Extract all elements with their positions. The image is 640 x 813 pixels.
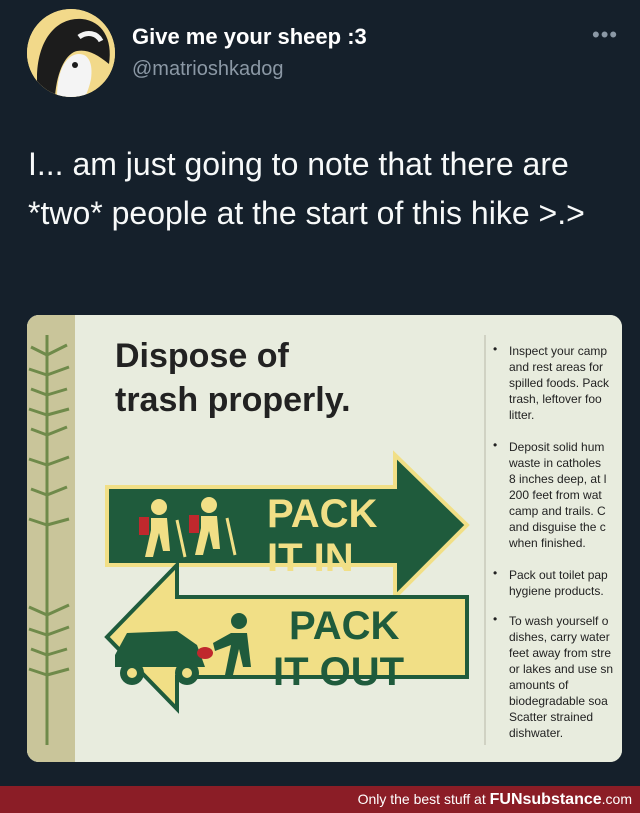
- fern-border: [27, 315, 75, 762]
- sign-title-line2: trash properly.: [115, 381, 351, 419]
- tweet-photo[interactable]: Dispose of trash properly. PACK IT IN PA…: [27, 315, 622, 762]
- bullet-line: and rest areas for: [509, 360, 603, 374]
- trail-sign-image: Dispose of trash properly. PACK IT IN PA…: [27, 315, 622, 762]
- bullet-line: 200 feet from wat: [509, 488, 602, 502]
- bullet-dot: •: [493, 612, 497, 626]
- bullet-line: when finished.: [508, 536, 586, 550]
- bullet-line: Deposit solid hum: [509, 440, 604, 454]
- bullet-line: amounts of: [509, 678, 569, 692]
- bullet-line: feet away from stre: [509, 646, 611, 660]
- bullet-line: Pack out toilet pap: [509, 568, 608, 582]
- avatar-image: [27, 9, 115, 97]
- bullet-line: hygiene products.: [509, 584, 604, 598]
- pack-it-out-line1: PACK: [289, 604, 399, 648]
- bullet-line: waste in catholes: [508, 456, 601, 470]
- avatar[interactable]: [27, 9, 115, 97]
- watermark-text: Only the best stuff at FUNsubstance.com: [358, 791, 632, 809]
- more-horizontal-icon[interactable]: •••: [592, 22, 618, 48]
- bullet-dot: •: [493, 438, 497, 452]
- watermark-suffix: .com: [601, 791, 632, 807]
- tweet-text: I... am just going to note that there ar…: [28, 146, 585, 231]
- pack-it-out-line2: IT OUT: [273, 650, 404, 694]
- bullet-line: trash, leftover foo: [509, 392, 602, 406]
- bullet-line: dishwater.: [509, 726, 563, 740]
- watermark-prefix: Only the best stuff at: [357, 791, 490, 807]
- bullet-line: Inspect your camp: [509, 344, 607, 358]
- bullet-line: spilled foods. Pack: [509, 376, 610, 390]
- bullet-line: Scatter strained: [509, 710, 593, 724]
- bullet-line: camp and trails. C: [509, 504, 606, 518]
- bullet-line: and disguise the c: [509, 520, 606, 534]
- bullet-line: dishes, carry water: [509, 630, 610, 644]
- watermark-banner: Only the best stuff at FUNsubstance.com: [0, 786, 640, 813]
- bullet-line: biodegradable soa: [509, 694, 608, 708]
- bullet-line: 8 inches deep, at l: [509, 472, 606, 486]
- pack-it-in-line1: PACK: [267, 492, 377, 536]
- bullet-line: or lakes and use sn: [509, 662, 613, 676]
- user-handle[interactable]: @matrioshkadog: [132, 58, 283, 81]
- bullet-line: To wash yourself o: [509, 614, 609, 628]
- bullet-dot: •: [493, 566, 497, 580]
- display-name[interactable]: Give me your sheep :3: [132, 24, 367, 50]
- pack-it-in-line2: IT IN: [267, 536, 354, 580]
- watermark-brand: FUNsubstance: [489, 791, 602, 808]
- bullet-dot: •: [493, 342, 497, 356]
- bullet-line: litter.: [509, 408, 534, 422]
- sign-title-line1: Dispose of: [115, 337, 289, 375]
